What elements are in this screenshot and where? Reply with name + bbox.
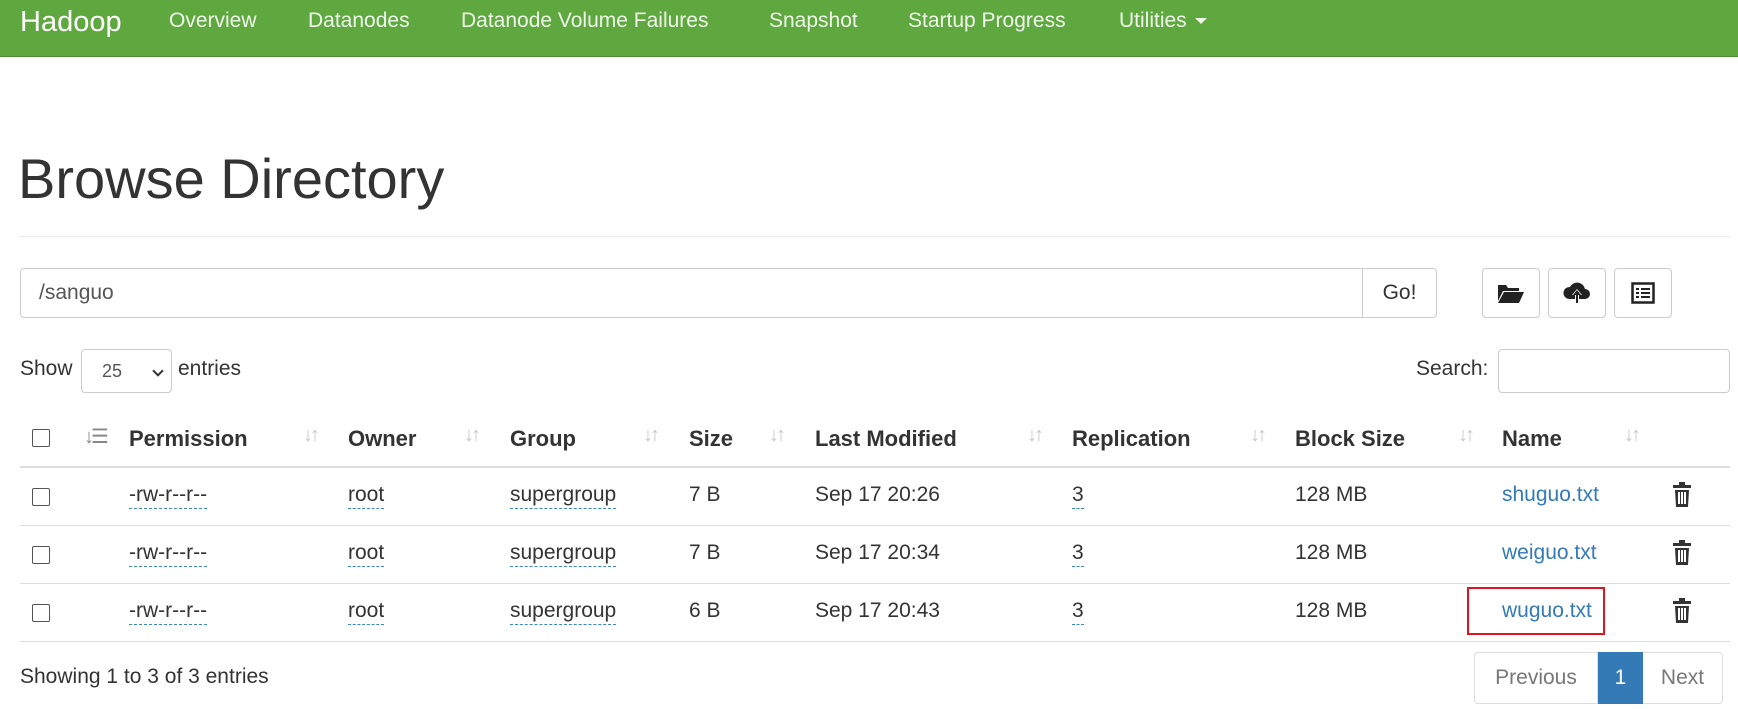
directory-path-input[interactable]: /sanguo [20, 268, 1363, 318]
col-replication[interactable]: Replication [1072, 426, 1191, 452]
nav-overview[interactable]: Overview [169, 9, 257, 33]
brand-link[interactable]: Hadoop [20, 6, 122, 39]
block-size-cell: 128 MB [1295, 483, 1368, 506]
size-cell: 7 B [689, 483, 721, 506]
nav-snapshot[interactable]: Snapshot [769, 9, 858, 33]
size-cell: 7 B [689, 541, 721, 564]
top-navbar: Hadoop Overview Datanodes Datanode Volum… [0, 0, 1738, 57]
replication-cell[interactable]: 3 [1072, 541, 1084, 567]
sort-icon[interactable]: ↓↑ [643, 424, 660, 447]
sort-icon[interactable]: ↓↑ [303, 424, 320, 447]
group-cell[interactable]: supergroup [510, 483, 617, 509]
col-last-modified[interactable]: Last Modified [815, 426, 957, 452]
table-header: ↓☰ Permission ↓↑ Owner ↓↑ Group ↓↑ Size … [20, 412, 1730, 468]
col-block-size[interactable]: Block Size [1295, 426, 1405, 452]
select-all-checkbox[interactable] [32, 429, 50, 447]
search-label: Search: [1416, 357, 1489, 380]
next-page-button[interactable]: Next [1643, 652, 1723, 704]
col-group[interactable]: Group [510, 426, 576, 452]
go-button[interactable]: Go! [1362, 268, 1437, 318]
header-divider [18, 236, 1730, 237]
cloud-upload-icon [1563, 282, 1590, 303]
permission-cell[interactable]: -rw-r--r-- [129, 541, 208, 567]
size-cell: 6 B [689, 599, 721, 622]
list-alt-icon [1631, 282, 1655, 304]
col-permission[interactable]: Permission [129, 426, 248, 452]
col-name[interactable]: Name [1502, 426, 1562, 452]
file-name-link[interactable]: shuguo.txt [1502, 483, 1599, 507]
upload-files-button[interactable] [1548, 268, 1606, 318]
sort-icon[interactable]: ↓↑ [1027, 424, 1044, 447]
sort-icon[interactable]: ↓↑ [769, 424, 786, 447]
permission-cell[interactable]: -rw-r--r-- [129, 599, 208, 625]
nav-utilities-label: Utilities [1119, 9, 1187, 32]
sort-icon[interactable]: ↓↑ [1250, 424, 1267, 447]
permission-cell[interactable]: -rw-r--r-- [129, 483, 208, 509]
modified-cell: Sep 17 20:43 [815, 599, 940, 622]
row-checkbox[interactable] [32, 546, 50, 564]
page-title: Browse Directory [18, 147, 445, 210]
chevron-down-icon [152, 365, 164, 377]
folder-open-icon [1498, 285, 1524, 303]
page-1-button[interactable]: 1 [1598, 652, 1643, 704]
block-size-cell: 128 MB [1295, 599, 1368, 622]
sort-amount-down-icon[interactable]: ↓☰ [84, 424, 109, 449]
modified-cell: Sep 17 20:26 [815, 483, 940, 506]
pagination: Previous 1 Next [1474, 652, 1723, 704]
trash-icon[interactable] [1671, 482, 1693, 508]
col-owner[interactable]: Owner [348, 426, 416, 452]
row-checkbox[interactable] [32, 488, 50, 506]
sort-icon[interactable]: ↓↑ [1458, 424, 1475, 447]
nav-datanode-volume-failures[interactable]: Datanode Volume Failures [461, 9, 708, 33]
sort-icon[interactable]: ↓↑ [464, 424, 481, 447]
owner-cell[interactable]: root [348, 541, 385, 567]
caret-down-icon [1194, 18, 1207, 25]
previous-page-button[interactable]: Previous [1474, 652, 1598, 704]
group-cell[interactable]: supergroup [510, 541, 617, 567]
table-row: -rw-r--r-- root supergroup 7 B Sep 17 20… [20, 526, 1730, 584]
modified-cell: Sep 17 20:34 [815, 541, 940, 564]
page-length-value: 25 [102, 361, 123, 381]
replication-cell[interactable]: 3 [1072, 599, 1084, 625]
col-size[interactable]: Size [689, 426, 733, 452]
group-cell[interactable]: supergroup [510, 599, 617, 625]
file-name-link[interactable]: weiguo.txt [1502, 541, 1597, 565]
row-checkbox[interactable] [32, 604, 50, 622]
owner-cell[interactable]: root [348, 599, 385, 625]
nav-datanodes[interactable]: Datanodes [308, 9, 410, 33]
trash-icon[interactable] [1671, 598, 1693, 624]
owner-cell[interactable]: root [348, 483, 385, 509]
show-label: Show [20, 357, 73, 380]
nav-utilities[interactable]: Utilities [1119, 9, 1207, 33]
table-row: -rw-r--r-- root supergroup 7 B Sep 17 20… [20, 468, 1730, 526]
trash-icon[interactable] [1671, 540, 1693, 566]
cut-paste-button[interactable] [1614, 268, 1672, 318]
create-directory-button[interactable] [1482, 268, 1540, 318]
highlight-box [1467, 587, 1605, 635]
search-input[interactable] [1498, 349, 1730, 393]
sort-icon[interactable]: ↓↑ [1624, 424, 1641, 447]
block-size-cell: 128 MB [1295, 541, 1368, 564]
entries-label: entries [178, 357, 242, 380]
page-length-select[interactable]: 25 [81, 349, 172, 393]
table-info: Showing 1 to 3 of 3 entries [20, 665, 269, 688]
replication-cell[interactable]: 3 [1072, 483, 1084, 509]
nav-startup-progress[interactable]: Startup Progress [908, 9, 1066, 33]
